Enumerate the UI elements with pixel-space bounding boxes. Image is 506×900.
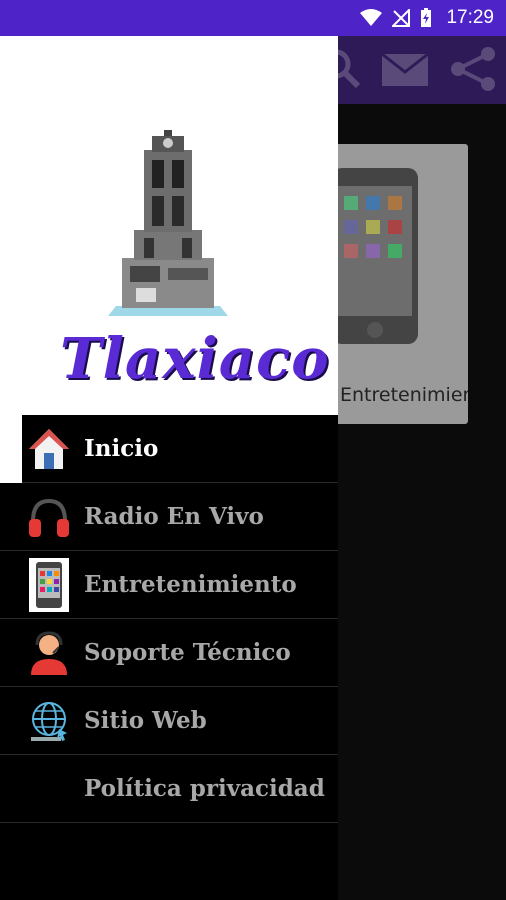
menu-item-label: Radio En Vivo [84,503,264,530]
home-icon [27,427,71,471]
status-time: 17:29 [446,7,494,28]
logo-text: Tlaxiaco [60,326,330,392]
status-bar: 17:29 [0,0,506,36]
phone-apps-icon [27,558,71,612]
share-icon[interactable] [448,44,498,94]
globe-icon [27,699,71,743]
menu-item-entretenimiento[interactable]: Entretenimiento [0,551,338,619]
phone-apps-icon [332,168,418,344]
menu-item-label: Sitio Web [84,707,207,734]
menu-item-soporte-tecnico[interactable]: Soporte Técnico [0,619,338,687]
menu-item-sitio-web[interactable]: Sitio Web [0,687,338,755]
clock-tower-logo [108,130,228,316]
drawer-header: Tlaxiaco [0,36,338,415]
active-indicator [0,415,22,483]
menu-item-label: Entretenimiento [84,571,297,598]
menu-item-politica-privacidad[interactable]: Política privacidad [0,755,338,823]
menu-item-label: Política privacidad [84,775,325,802]
battery-charging-icon [421,8,432,27]
no-signal-icon [392,9,411,27]
mail-icon[interactable] [380,50,430,90]
card-label: Entretenimiento [340,384,468,406]
support-agent-icon [27,631,71,675]
headphones-icon [27,495,71,539]
menu-item-radio-en-vivo[interactable]: Radio En Vivo [0,483,338,551]
wifi-icon [360,9,383,26]
menu-item-label: Soporte Técnico [84,639,291,666]
entretenimiento-card[interactable]: Entretenimiento [322,144,468,424]
menu-item-label: Inicio [84,435,159,462]
menu-item-inicio[interactable]: Inicio [0,415,338,483]
drawer-menu: Inicio Radio En Vivo Entretenimiento Sop… [0,415,338,823]
navigation-drawer: Tlaxiaco Inicio Radio En Vivo Entretenim… [0,36,338,900]
